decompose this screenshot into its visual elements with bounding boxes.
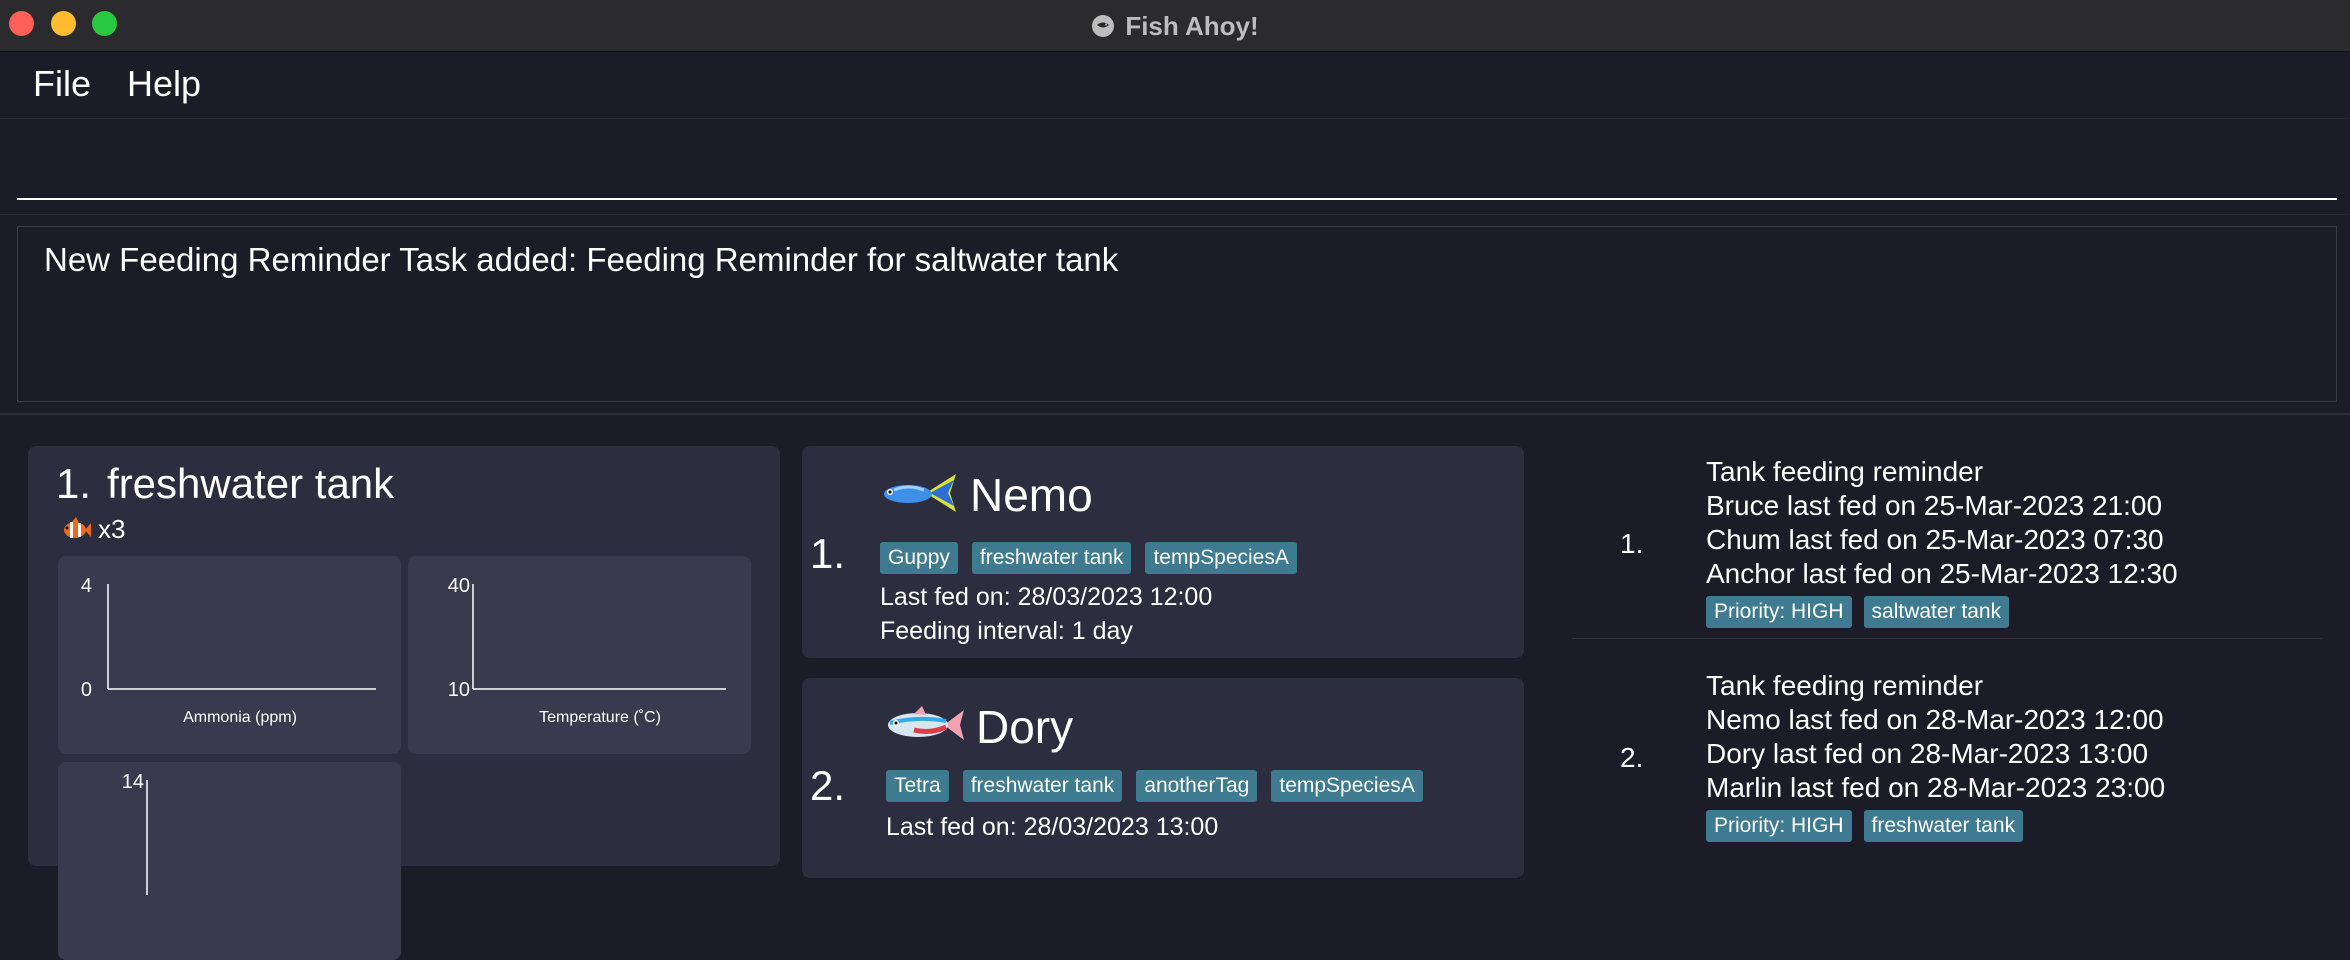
tank-index: 1. xyxy=(56,460,92,507)
temperature-chart-plot: 40 10 Temperature (˚C) xyxy=(448,575,726,726)
guppy-icon xyxy=(884,474,956,512)
tetra-icon xyxy=(888,706,964,740)
tag-tank: freshwater tank xyxy=(962,770,1123,802)
ammonia-ymin-label: 0 xyxy=(81,679,92,701)
command-box xyxy=(17,120,2337,200)
fish-name: Nemo xyxy=(970,469,1093,521)
ammonia-x-label: Ammonia (ppm) xyxy=(183,709,297,726)
temperature-ymin-label: 10 xyxy=(448,679,470,701)
ammonia-ymax-label: 4 xyxy=(81,575,92,597)
command-input[interactable] xyxy=(17,120,2337,198)
title-bar: Fish Ahoy! xyxy=(0,0,2350,52)
fish-count: x3 xyxy=(62,514,125,545)
tag-custom: tempSpeciesA xyxy=(1145,542,1297,574)
temperature-x-label: Temperature (˚C) xyxy=(539,709,661,726)
task-title: Tank feeding reminder xyxy=(1706,670,1984,701)
fish-card[interactable]: Nemo 1. Guppy freshwater tank tempSpecie… xyxy=(802,446,1524,658)
task-tags: Priority: HIGH freshwater tank xyxy=(1706,810,2024,842)
menu-bar: File Help xyxy=(0,53,2350,119)
task-detail: Nemo last fed on 28-Mar-2023 12:00 xyxy=(1706,704,2164,735)
temperature-chart: 40 10 Temperature (˚C) xyxy=(408,556,751,754)
fish-count-value: x3 xyxy=(98,514,126,544)
fish-card[interactable]: Dory 2. Tetra freshwater tank anotherTag… xyxy=(802,678,1524,878)
ph-ymax-label: 14 xyxy=(122,771,144,793)
ammonia-chart: 4 0 Ammonia (ppm) xyxy=(58,556,401,754)
tag-tank: freshwater tank xyxy=(971,542,1132,574)
task-detail: Bruce last fed on 25-Mar-2023 21:00 xyxy=(1706,490,2163,521)
tag-priority: Priority: HIGH xyxy=(1706,596,1852,628)
fish-tags: Tetra freshwater tank anotherTag tempSpe… xyxy=(886,770,1423,802)
tag-custom: tempSpeciesA xyxy=(1271,770,1423,802)
tag-tank: freshwater tank xyxy=(1863,810,2024,842)
fish-index: 1. xyxy=(810,530,846,577)
menu-file[interactable]: File xyxy=(33,63,91,105)
fish-name: Dory xyxy=(976,701,1074,753)
fish-tags: Guppy freshwater tank tempSpeciesA xyxy=(880,542,1297,574)
tank-name: freshwater tank xyxy=(107,460,395,507)
task-divider xyxy=(1572,638,2322,639)
result-message: New Feeding Reminder Task added: Feeding… xyxy=(44,241,1119,278)
fish-ahoy-logo-icon xyxy=(1092,15,1115,37)
temperature-ymax-label: 40 xyxy=(448,575,470,597)
fish-last-fed: Last fed on: 28/03/2023 12:00 xyxy=(880,583,1213,611)
ammonia-chart-plot: 4 0 Ammonia (ppm) xyxy=(81,575,376,726)
ph-chart: 14 xyxy=(58,762,401,960)
tag-custom: anotherTag xyxy=(1136,770,1258,802)
window-title: Fish Ahoy! xyxy=(1125,10,1259,41)
task-item[interactable]: 2. Tank feeding reminder Nemo last fed o… xyxy=(1572,666,2330,850)
tag-priority: Priority: HIGH xyxy=(1706,810,1852,842)
divider xyxy=(0,214,2350,215)
tank-card[interactable]: 1. freshwater tank x3 4 0 Ammonia (ppm) 4… xyxy=(28,446,780,960)
task-title: Tank feeding reminder xyxy=(1706,456,1984,487)
task-item[interactable]: 1. Tank feeding reminder Bruce last fed … xyxy=(1572,452,2330,636)
tag-species: Guppy xyxy=(880,542,958,574)
fish-feeding-interval: Feeding interval: 1 day xyxy=(880,617,1133,645)
task-index: 2. xyxy=(1620,742,1644,773)
result-display: New Feeding Reminder Task added: Feeding… xyxy=(17,226,2337,402)
tag-tank: saltwater tank xyxy=(1863,596,2010,628)
menu-help[interactable]: Help xyxy=(127,63,201,105)
task-detail: Marlin last fed on 28-Mar-2023 23:00 xyxy=(1706,772,2166,803)
ph-chart-plot: 14 xyxy=(122,771,148,895)
tag-species: Tetra xyxy=(886,770,949,802)
task-index: 1. xyxy=(1620,528,1644,559)
fish-index: 2. xyxy=(810,762,846,809)
task-detail: Dory last fed on 28-Mar-2023 13:00 xyxy=(1706,738,2149,769)
clownfish-icon xyxy=(64,516,91,538)
divider xyxy=(0,413,2350,415)
task-detail: Anchor last fed on 25-Mar-2023 12:30 xyxy=(1706,558,2178,589)
tank-title: 1. freshwater tank xyxy=(56,460,394,508)
task-detail: Chum last fed on 25-Mar-2023 07:30 xyxy=(1706,524,2164,555)
task-tags: Priority: HIGH saltwater tank xyxy=(1706,596,2010,628)
